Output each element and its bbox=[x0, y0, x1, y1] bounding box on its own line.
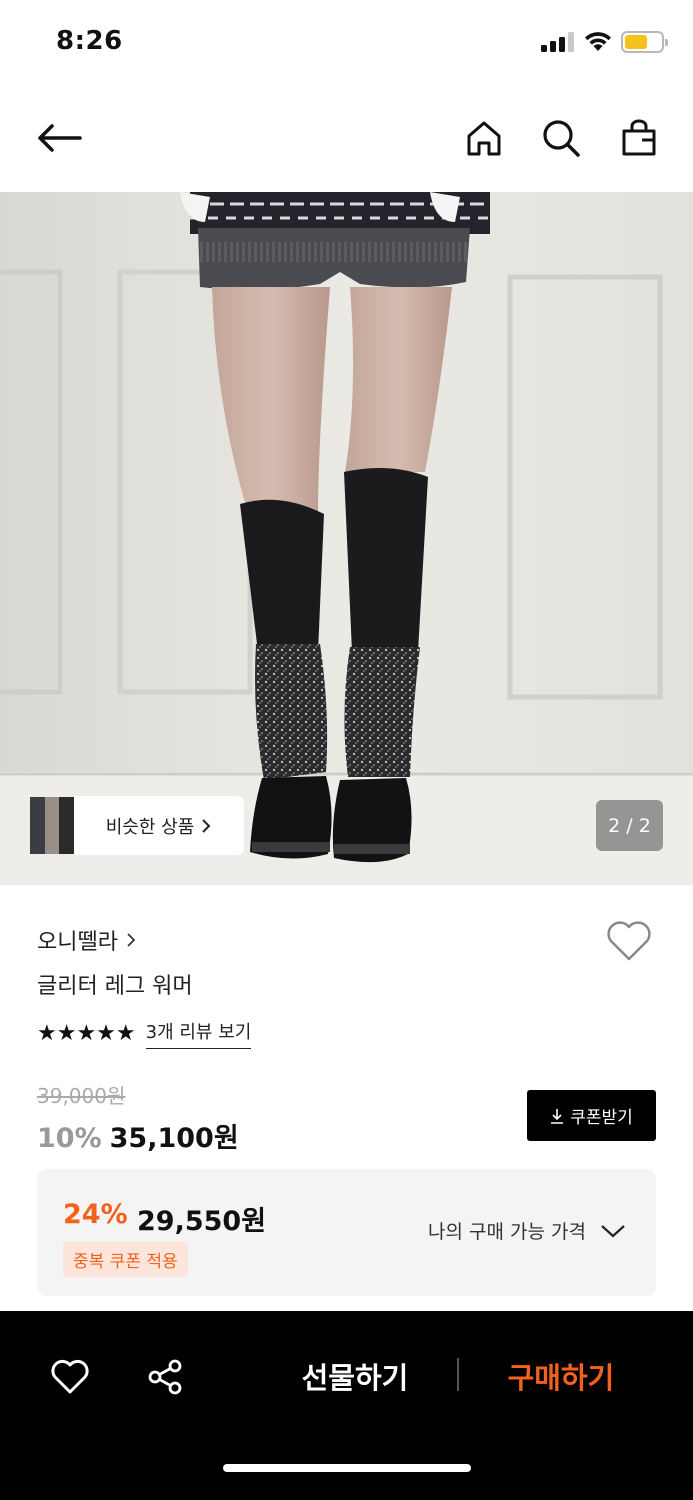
coupon-download-button[interactable]: 쿠폰받기 bbox=[527, 1090, 656, 1141]
battery-icon bbox=[621, 31, 668, 53]
similar-product-thumbnail bbox=[30, 797, 75, 854]
rating-row: ★★★★★ 3개 리뷰 보기 bbox=[37, 1018, 252, 1049]
coupon-label: 쿠폰받기 bbox=[570, 1108, 633, 1128]
like-button[interactable] bbox=[48, 1355, 92, 1399]
button-divider bbox=[457, 1358, 459, 1391]
share-icon bbox=[148, 1359, 182, 1395]
my-price-label: 나의 구매 가능 가격 bbox=[428, 1221, 586, 1243]
discount-rate: 10% bbox=[37, 1123, 102, 1154]
product-photo bbox=[0, 192, 693, 885]
price-row: 10% 35,100원 bbox=[37, 1116, 239, 1155]
similar-products-button[interactable]: 비슷한 상품 bbox=[30, 796, 244, 855]
download-icon bbox=[551, 1108, 564, 1124]
home-button[interactable] bbox=[460, 114, 508, 162]
wifi-icon bbox=[585, 32, 611, 51]
search-button[interactable] bbox=[537, 114, 585, 162]
gift-button[interactable]: 선물하기 bbox=[290, 1351, 420, 1401]
my-price-box[interactable]: 24% 29,550원 중복 쿠폰 적용 나의 구매 가능 가격 bbox=[37, 1169, 656, 1296]
chevron-right-icon bbox=[127, 933, 136, 947]
my-discount-rate: 24% bbox=[63, 1199, 128, 1230]
cart-button[interactable] bbox=[615, 114, 663, 162]
chevron-right-icon bbox=[202, 818, 211, 833]
cellular-signal-icon bbox=[541, 32, 575, 52]
product-name: 글리터 레그 워머 bbox=[37, 974, 193, 999]
status-time: 8:26 bbox=[56, 26, 123, 56]
back-arrow-icon bbox=[38, 124, 82, 152]
buy-button[interactable]: 구매하기 bbox=[496, 1351, 626, 1401]
brand-link[interactable]: 오니뗄라 bbox=[37, 924, 136, 956]
my-price-toggle[interactable]: 나의 구매 가능 가격 bbox=[428, 1217, 626, 1244]
top-nav-bar bbox=[0, 100, 693, 176]
status-bar: 8:26 bbox=[0, 0, 693, 88]
shopping-bag-icon bbox=[622, 119, 656, 156]
similar-products-label: 비슷한 상품 bbox=[74, 796, 244, 855]
original-price: 39,000원 bbox=[37, 1084, 126, 1108]
similar-products-text: 비슷한 상품 bbox=[105, 816, 195, 838]
my-price: 29,550원 bbox=[137, 1206, 267, 1237]
back-button[interactable] bbox=[35, 114, 83, 162]
review-link[interactable]: 3개 리뷰 보기 bbox=[145, 1018, 252, 1049]
heart-icon bbox=[607, 921, 651, 961]
heart-icon bbox=[51, 1359, 89, 1394]
image-page-indicator: 2 / 2 bbox=[596, 800, 663, 851]
search-icon bbox=[543, 120, 580, 157]
duplicate-coupon-badge: 중복 쿠폰 적용 bbox=[63, 1242, 188, 1277]
home-indicator[interactable] bbox=[223, 1464, 471, 1472]
home-icon bbox=[467, 121, 501, 156]
sale-price: 35,100원 bbox=[109, 1123, 239, 1154]
wishlist-button[interactable] bbox=[606, 920, 652, 966]
brand-name: 오니뗄라 bbox=[37, 930, 118, 955]
share-button[interactable] bbox=[143, 1355, 187, 1399]
product-image[interactable]: 비슷한 상품 2 / 2 bbox=[0, 192, 693, 885]
chevron-down-icon bbox=[601, 1224, 625, 1237]
bottom-action-bar: 선물하기 구매하기 bbox=[0, 1311, 693, 1500]
rating-stars: ★★★★★ bbox=[37, 1021, 136, 1046]
